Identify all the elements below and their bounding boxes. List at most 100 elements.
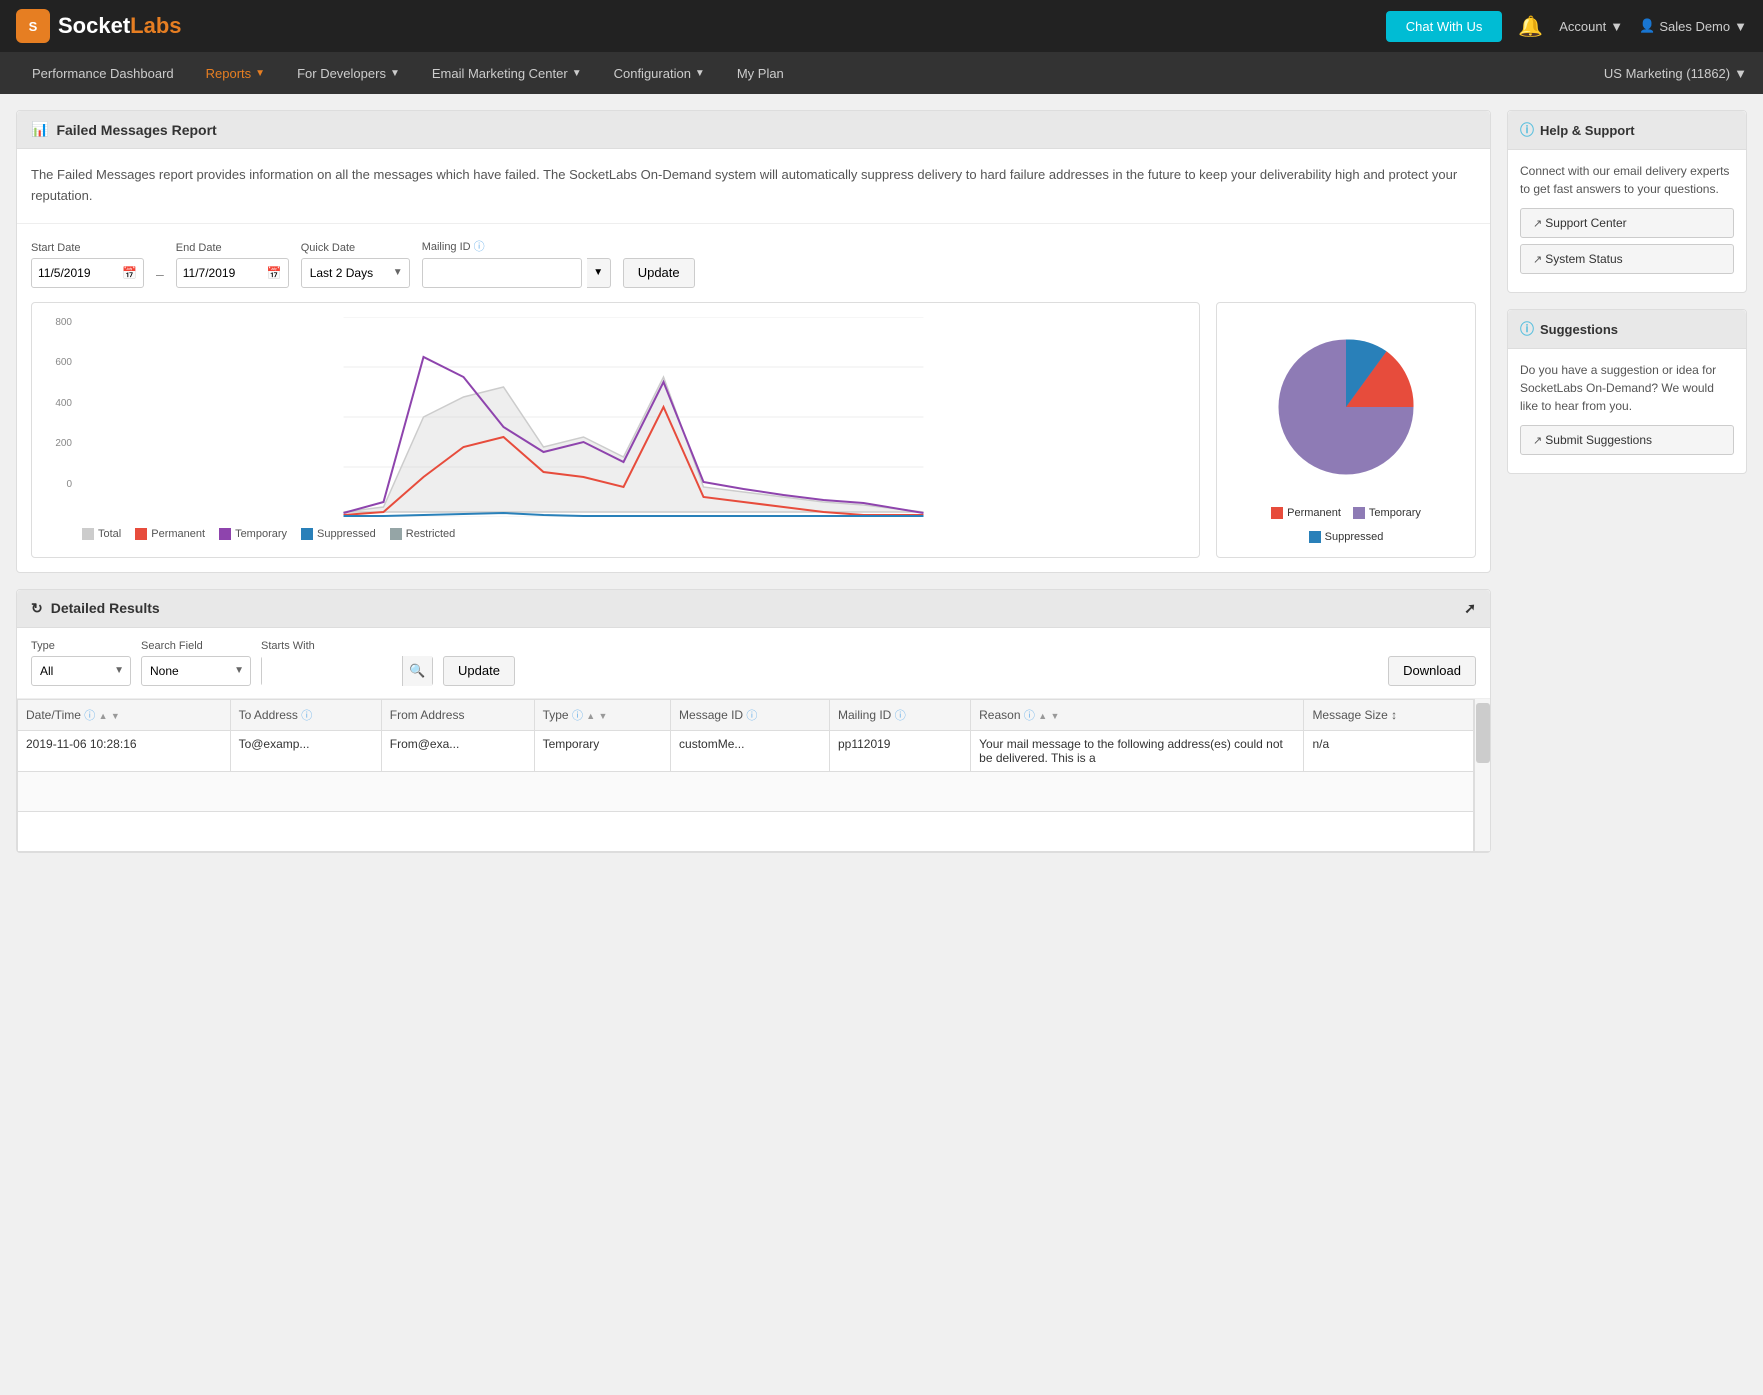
cell-type: Temporary — [534, 730, 670, 771]
detailed-results-title: Detailed Results — [51, 600, 160, 616]
main-content: 📊 Failed Messages Report The Failed Mess… — [0, 94, 1763, 869]
bell-icon[interactable]: 🔔 — [1518, 14, 1543, 39]
download-button[interactable]: Download — [1388, 656, 1476, 686]
type-sort-down-icon[interactable]: ▼ — [599, 711, 608, 721]
legend-total: Total — [82, 528, 121, 540]
logo-text: SocketLabs — [58, 13, 182, 39]
account-button[interactable]: Account ▼ — [1559, 19, 1623, 34]
svg-text:S: S — [29, 19, 38, 34]
scrollbar[interactable] — [1474, 699, 1490, 852]
nav-bar: Performance Dashboard Reports ▼ For Deve… — [0, 52, 1763, 94]
email-marketing-arrow: ▼ — [572, 68, 582, 79]
mailing-id-dropdown-btn[interactable]: ▼ — [587, 258, 611, 288]
legend-total-dot — [82, 528, 94, 540]
mailing-id-table-help-icon: ⓘ — [895, 710, 906, 722]
nav-email-marketing[interactable]: Email Marketing Center ▼ — [416, 52, 598, 94]
datetime-sort-icon[interactable]: ▲ — [99, 711, 108, 721]
to-address-help-icon: ⓘ — [301, 710, 312, 722]
reason-sort-icon[interactable]: ▲ — [1038, 711, 1047, 721]
end-date-group: End Date 📅 — [176, 242, 289, 288]
message-id-help-icon: ⓘ — [746, 710, 757, 722]
datetime-help-icon: ⓘ — [84, 710, 95, 722]
help-support-title: Help & Support — [1540, 123, 1635, 138]
start-date-input[interactable] — [38, 266, 118, 280]
support-center-link-icon: ↗ — [1533, 218, 1545, 230]
legend-suppressed: Suppressed — [301, 528, 376, 540]
search-field-select[interactable]: None To Address From Address Message ID … — [141, 656, 251, 686]
suggestions-description: Do you have a suggestion or idea for Soc… — [1520, 361, 1734, 415]
support-center-button[interactable]: ↗ Support Center — [1520, 208, 1734, 238]
search-button[interactable]: 🔍 — [402, 656, 432, 686]
y-axis: 800 600 400 200 0 — [46, 317, 76, 490]
scrollbar-thumb[interactable] — [1476, 703, 1490, 763]
legend-restricted-dot — [390, 528, 402, 540]
help-support-card: ⓘ Help & Support Connect with our email … — [1507, 110, 1747, 293]
nav-reports[interactable]: Reports ▼ — [190, 52, 281, 94]
cell-from-address: From@exa... — [381, 730, 534, 771]
table-header-row: Date/Time ⓘ ▲ ▼ To Address ⓘ — [18, 699, 1474, 730]
suggestions-header: ⓘ Suggestions — [1508, 310, 1746, 349]
cell-to-address: To@examp... — [230, 730, 381, 771]
nav-my-plan[interactable]: My Plan — [721, 52, 800, 94]
quick-date-group: Quick Date Last 2 Days Last 7 Days Last … — [301, 242, 410, 288]
report-description: The Failed Messages report provides info… — [17, 149, 1490, 224]
end-date-input-wrap[interactable]: 📅 — [176, 258, 289, 288]
submit-suggestions-button[interactable]: ↗ Submit Suggestions — [1520, 425, 1734, 455]
legend-permanent-dot — [135, 528, 147, 540]
update-button[interactable]: Update — [623, 258, 695, 288]
col-mailing-id: Mailing ID ⓘ — [829, 699, 970, 730]
nav-configuration[interactable]: Configuration ▼ — [598, 52, 721, 94]
user-button[interactable]: 👤 Sales Demo ▼ — [1639, 18, 1747, 34]
suggestions-title: Suggestions — [1540, 322, 1618, 337]
col-datetime: Date/Time ⓘ ▲ ▼ — [18, 699, 231, 730]
report-card-header: 📊 Failed Messages Report — [17, 111, 1490, 149]
col-from-address: From Address — [381, 699, 534, 730]
type-select[interactable]: All Permanent Temporary Suppressed Restr… — [31, 656, 131, 686]
datetime-sort-down-icon[interactable]: ▼ — [111, 711, 120, 721]
nav-developers[interactable]: For Developers ▼ — [281, 52, 416, 94]
starts-with-group: Starts With 🔍 — [261, 640, 433, 686]
col-resize-handle[interactable]: ↕ — [1391, 708, 1397, 722]
suggestions-card: ⓘ Suggestions Do you have a suggestion o… — [1507, 309, 1747, 474]
help-support-header: ⓘ Help & Support — [1508, 111, 1746, 150]
col-reason: Reason ⓘ ▲ ▼ — [971, 699, 1304, 730]
pie-legend-permanent: Permanent — [1271, 507, 1341, 519]
suggestions-body: Do you have a suggestion or idea for Soc… — [1508, 349, 1746, 473]
report-title: Failed Messages Report — [56, 122, 216, 138]
calendar-icon-2: 📅 — [267, 266, 282, 280]
reason-sort-down-icon[interactable]: ▼ — [1050, 711, 1059, 721]
start-date-input-wrap[interactable]: 📅 — [31, 258, 144, 288]
col-type: Type ⓘ ▲ ▼ — [534, 699, 670, 730]
quick-date-select[interactable]: Last 2 Days Last 7 Days Last 30 Days Cus… — [301, 258, 410, 288]
type-sort-icon[interactable]: ▲ — [586, 711, 595, 721]
sidebar: ⓘ Help & Support Connect with our email … — [1507, 110, 1747, 853]
search-field-label: Search Field — [141, 640, 251, 652]
top-bar-right: Chat With Us 🔔 Account ▼ 👤 Sales Demo ▼ — [1386, 11, 1747, 42]
starts-with-label: Starts With — [261, 640, 433, 652]
chart-legend: Total Permanent Temporary Suppresse — [82, 528, 1185, 540]
pie-legend-suppressed: Suppressed — [1309, 531, 1384, 543]
starts-with-input-wrap: 🔍 — [261, 656, 433, 686]
developers-arrow: ▼ — [390, 68, 400, 79]
reports-arrow: ▼ — [255, 68, 265, 79]
calendar-icon: 📅 — [122, 266, 137, 280]
end-date-input[interactable] — [183, 266, 263, 280]
system-status-link-icon: ↗ — [1533, 254, 1545, 266]
pie-legend: Permanent Temporary Suppressed — [1231, 507, 1461, 543]
charts-row: 800 600 400 200 0 — [17, 302, 1490, 572]
system-status-button[interactable]: ↗ System Status — [1520, 244, 1734, 274]
legend-temporary: Temporary — [219, 528, 287, 540]
cell-message-id: customMe... — [671, 730, 830, 771]
table-row-empty-1 — [18, 771, 1474, 811]
cell-mailing-id: pp112019 — [829, 730, 970, 771]
nav-performance[interactable]: Performance Dashboard — [16, 52, 190, 94]
legend-temporary-dot — [219, 528, 231, 540]
suggestions-info-icon: ⓘ — [1520, 319, 1534, 339]
start-date-label: Start Date — [31, 242, 144, 254]
external-link-icon[interactable]: ➚ — [1464, 600, 1476, 617]
mailing-id-input[interactable] — [422, 258, 582, 288]
table-update-button[interactable]: Update — [443, 656, 515, 686]
top-bar: S SocketLabs Chat With Us 🔔 Account ▼ 👤 … — [0, 0, 1763, 52]
starts-with-input[interactable] — [262, 656, 402, 686]
chat-button[interactable]: Chat With Us — [1386, 11, 1503, 42]
